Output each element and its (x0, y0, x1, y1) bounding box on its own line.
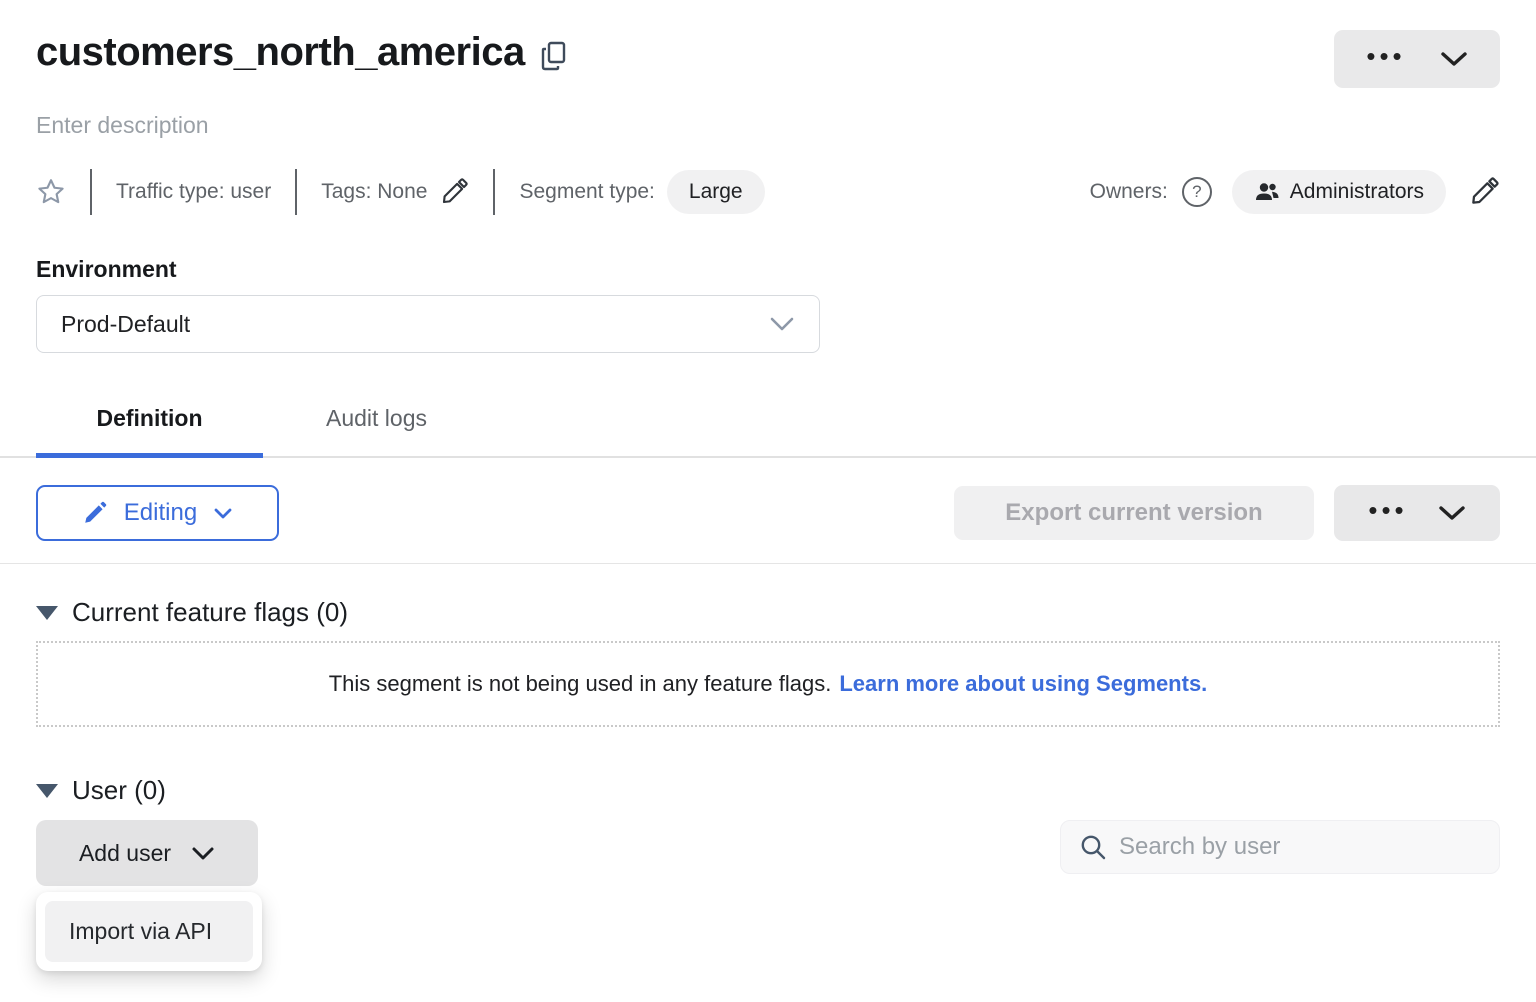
feature-flags-section-header[interactable]: Current feature flags (0) (36, 597, 1500, 628)
empty-message: This segment is not being used in any fe… (329, 671, 832, 697)
segment-type-label: Segment type: (519, 180, 654, 204)
traffic-type-label: Traffic type: user (116, 180, 271, 204)
tab-bar: Definition Audit logs (0, 391, 1536, 458)
feature-flags-empty-state: This segment is not being used in any fe… (36, 641, 1500, 727)
segment-type-badge: Large (667, 170, 765, 214)
chevron-down-icon (191, 846, 215, 861)
user-search-box[interactable] (1060, 820, 1500, 874)
environment-selected-value: Prod-Default (61, 311, 190, 338)
search-icon (1079, 833, 1107, 861)
add-user-dropdown-menu: Import via API (36, 892, 262, 971)
segment-detail-page: customers_north_america ••• Enter descri… (0, 0, 1536, 1002)
owners-label: Owners: (1090, 180, 1168, 204)
page-title: customers_north_america (36, 30, 525, 75)
edit-tags-icon[interactable] (439, 177, 469, 207)
copy-icon[interactable] (541, 41, 567, 71)
tab-audit-logs[interactable]: Audit logs (263, 391, 490, 456)
definition-toolbar: Editing Export current version ••• (36, 485, 1500, 541)
header-more-button[interactable]: ••• (1334, 30, 1500, 88)
export-current-version-button[interactable]: Export current version (954, 486, 1314, 540)
search-by-user-input[interactable] (1119, 833, 1481, 861)
user-section-title: User (0) (72, 775, 166, 806)
pencil-icon (82, 500, 108, 526)
environment-select[interactable]: Prod-Default (36, 295, 820, 353)
divider (0, 563, 1536, 564)
ellipsis-icon: ••• (1368, 497, 1407, 529)
help-icon[interactable]: ? (1182, 177, 1212, 207)
collapse-triangle-icon[interactable] (36, 784, 58, 798)
divider (90, 169, 92, 215)
add-user-button[interactable]: Add user (36, 820, 258, 886)
chevron-down-icon (213, 507, 233, 520)
people-icon (1254, 181, 1280, 203)
description-placeholder[interactable]: Enter description (36, 112, 1500, 139)
add-user-label: Add user (79, 840, 171, 867)
divider (295, 169, 297, 215)
editing-label: Editing (124, 499, 197, 527)
meta-row: Traffic type: user Tags: None Segment ty… (36, 168, 1500, 216)
edit-owners-icon[interactable] (1468, 176, 1500, 208)
user-actions-row: Add user Import via API (36, 820, 1500, 886)
collapse-triangle-icon[interactable] (36, 606, 58, 620)
divider (493, 169, 495, 215)
star-icon[interactable] (36, 177, 66, 207)
chevron-down-icon (1438, 505, 1466, 521)
owners-value: Administrators (1290, 180, 1424, 204)
learn-more-link[interactable]: Learn more about using Segments. (839, 671, 1207, 697)
definition-more-button[interactable]: ••• (1334, 485, 1500, 541)
owners-badge[interactable]: Administrators (1232, 170, 1446, 214)
title-row: customers_north_america ••• (36, 30, 1500, 88)
user-section-header[interactable]: User (0) (36, 775, 1500, 806)
chevron-down-icon (1440, 51, 1468, 67)
tab-definition[interactable]: Definition (36, 391, 263, 456)
editing-mode-button[interactable]: Editing (36, 485, 279, 541)
menu-item-import-via-api[interactable]: Import via API (45, 901, 253, 962)
environment-label: Environment (36, 256, 1500, 283)
chevron-down-icon (769, 316, 795, 332)
tags-label: Tags: None (321, 180, 427, 204)
ellipsis-icon: ••• (1366, 43, 1405, 75)
feature-flags-section-title: Current feature flags (0) (72, 597, 348, 628)
